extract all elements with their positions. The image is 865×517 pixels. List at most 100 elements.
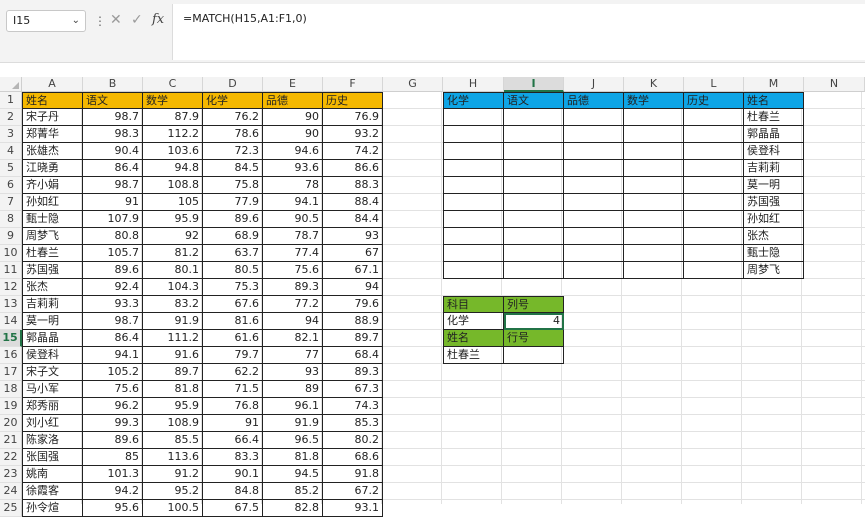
score-cell[interactable]: 107.9 <box>83 211 143 228</box>
student-name-cell[interactable]: 陈家洛 <box>22 432 83 449</box>
score-cell[interactable]: 108.9 <box>143 415 203 432</box>
row-header-16[interactable]: 16 <box>0 347 22 364</box>
column-header-f[interactable]: F <box>323 77 383 92</box>
lookup-value-cell[interactable] <box>443 194 504 211</box>
lookup-value-cell[interactable] <box>684 245 744 262</box>
score-cell[interactable]: 84.4 <box>323 211 383 228</box>
score-cell[interactable]: 76.9 <box>323 109 383 126</box>
score-cell[interactable]: 98.3 <box>83 126 143 143</box>
column-header-n[interactable]: N <box>804 77 865 92</box>
score-cell[interactable]: 86.4 <box>83 160 143 177</box>
row-header-13[interactable]: 13 <box>0 296 22 313</box>
score-cell[interactable]: 75.8 <box>203 177 263 194</box>
student-name-cell[interactable]: 甄士隐 <box>22 211 83 228</box>
student-name-cell[interactable]: 郑菁华 <box>22 126 83 143</box>
lookup-header-cell[interactable]: 数学 <box>624 92 684 109</box>
lookup-name-cell[interactable]: 侯登科 <box>744 143 804 160</box>
score-cell[interactable]: 77.2 <box>263 296 323 313</box>
score-cell[interactable]: 84.5 <box>203 160 263 177</box>
score-cell[interactable]: 89.3 <box>323 364 383 381</box>
row-no-value-cell[interactable] <box>504 347 564 364</box>
score-cell[interactable]: 90 <box>263 126 323 143</box>
student-name-cell[interactable]: 张杰 <box>22 279 83 296</box>
lookup-value-cell[interactable] <box>564 228 624 245</box>
column-header-g[interactable]: G <box>383 77 443 92</box>
score-cell[interactable]: 93.2 <box>323 126 383 143</box>
lookup-value-cell[interactable] <box>624 126 684 143</box>
lookup-name-cell[interactable]: 杜春兰 <box>744 109 804 126</box>
row-header-3[interactable]: 3 <box>0 126 22 143</box>
row-header-5[interactable]: 5 <box>0 160 22 177</box>
score-cell[interactable]: 85 <box>83 449 143 466</box>
lookup-value-cell[interactable] <box>443 262 504 279</box>
row-header-25[interactable]: 25 <box>0 500 22 517</box>
lookup-value-cell[interactable] <box>504 177 564 194</box>
row-header-9[interactable]: 9 <box>0 228 22 245</box>
lookup-value-cell[interactable] <box>564 194 624 211</box>
score-cell[interactable]: 78 <box>263 177 323 194</box>
column-header-c[interactable]: C <box>143 77 203 92</box>
row-header-4[interactable]: 4 <box>0 143 22 160</box>
score-cell[interactable]: 75.3 <box>203 279 263 296</box>
subject-label-cell[interactable]: 科目 <box>443 296 504 313</box>
student-name-cell[interactable]: 侯登科 <box>22 347 83 364</box>
score-cell[interactable]: 71.5 <box>203 381 263 398</box>
row-header-6[interactable]: 6 <box>0 177 22 194</box>
lookup-header-cell[interactable]: 品德 <box>564 92 624 109</box>
score-cell[interactable]: 85.3 <box>323 415 383 432</box>
score-cell[interactable]: 87.9 <box>143 109 203 126</box>
student-name-cell[interactable]: 徐霞客 <box>22 483 83 500</box>
column-header-e[interactable]: E <box>263 77 323 92</box>
score-cell[interactable]: 88.4 <box>323 194 383 211</box>
lookup-value-cell[interactable] <box>564 245 624 262</box>
score-cell[interactable]: 89.7 <box>323 330 383 347</box>
col-no-value-cell[interactable]: 4 <box>504 313 564 330</box>
student-name-cell[interactable]: 宋子文 <box>22 364 83 381</box>
score-cell[interactable]: 82.8 <box>263 500 323 517</box>
student-name-cell[interactable]: 吉莉莉 <box>22 296 83 313</box>
lookup-value-cell[interactable] <box>564 160 624 177</box>
table-header-cell[interactable]: 语文 <box>83 92 143 109</box>
student-name-cell[interactable]: 江晓勇 <box>22 160 83 177</box>
score-cell[interactable]: 81.2 <box>143 245 203 262</box>
student-name-cell[interactable]: 孙令煊 <box>22 500 83 517</box>
score-cell[interactable]: 89.3 <box>263 279 323 296</box>
cancel-icon[interactable]: ✕ <box>110 12 122 28</box>
score-cell[interactable]: 68.9 <box>203 228 263 245</box>
row-header-15[interactable]: 15 <box>0 330 22 347</box>
score-cell[interactable]: 63.7 <box>203 245 263 262</box>
score-cell[interactable]: 94.2 <box>83 483 143 500</box>
score-cell[interactable]: 68.4 <box>323 347 383 364</box>
lookup-value-cell[interactable] <box>684 194 744 211</box>
row-header-10[interactable]: 10 <box>0 245 22 262</box>
lookup-value-cell[interactable] <box>443 211 504 228</box>
lookup-value-cell[interactable] <box>443 160 504 177</box>
score-cell[interactable]: 95.9 <box>143 398 203 415</box>
score-cell[interactable]: 67.5 <box>203 500 263 517</box>
score-cell[interactable]: 83.3 <box>203 449 263 466</box>
enter-icon[interactable]: ✓ <box>131 12 143 28</box>
lookup-value-cell[interactable] <box>624 194 684 211</box>
lookup-value-cell[interactable] <box>684 109 744 126</box>
column-header-h[interactable]: H <box>443 77 504 92</box>
student-name-cell[interactable]: 张国强 <box>22 449 83 466</box>
select-all-button[interactable] <box>0 77 22 92</box>
score-cell[interactable]: 91.9 <box>143 313 203 330</box>
score-cell[interactable]: 91 <box>203 415 263 432</box>
score-cell[interactable]: 61.6 <box>203 330 263 347</box>
row-header-11[interactable]: 11 <box>0 262 22 279</box>
score-cell[interactable]: 95.2 <box>143 483 203 500</box>
column-header-b[interactable]: B <box>83 77 143 92</box>
table-header-cell[interactable]: 数学 <box>143 92 203 109</box>
column-header-a[interactable]: A <box>22 77 83 92</box>
table-header-cell[interactable]: 品德 <box>263 92 323 109</box>
lookup-name-cell[interactable]: 郭晶晶 <box>744 126 804 143</box>
lookup-value-cell[interactable] <box>504 262 564 279</box>
row-header-22[interactable]: 22 <box>0 449 22 466</box>
table-header-cell[interactable]: 历史 <box>323 92 383 109</box>
score-cell[interactable]: 98.7 <box>83 313 143 330</box>
score-cell[interactable]: 72.3 <box>203 143 263 160</box>
student-name-cell[interactable]: 孙如红 <box>22 194 83 211</box>
lookup-value-cell[interactable] <box>684 262 744 279</box>
score-cell[interactable]: 91.2 <box>143 466 203 483</box>
